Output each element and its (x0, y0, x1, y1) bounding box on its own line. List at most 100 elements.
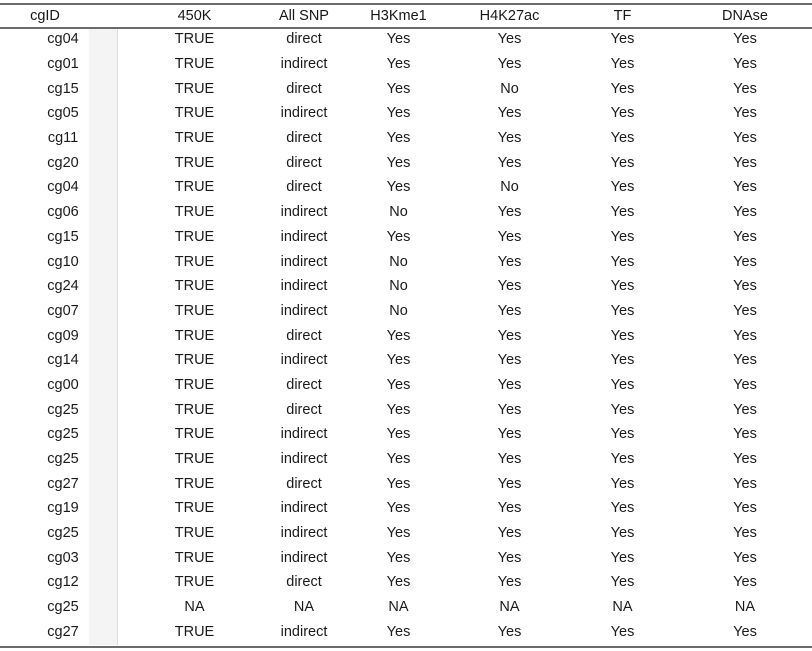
table-row[interactable]: cg15 TRUE direct Yes No Yes Yes (0, 76, 812, 101)
cell-tf: Yes (610, 179, 635, 196)
cell-dnase: Yes (733, 327, 757, 344)
cell-allsnp: indirect (280, 228, 328, 245)
cell-tf: Yes (610, 31, 635, 48)
cell-dnase: Yes (733, 302, 757, 319)
table-row[interactable]: cg07 TRUE indirect No Yes Yes Yes (0, 299, 812, 324)
table-row[interactable]: cg12 TRUE direct Yes Yes Yes Yes (0, 570, 812, 595)
table-row[interactable]: cg00 TRUE direct Yes Yes Yes Yes (0, 373, 812, 398)
column-header-allsnp[interactable]: All SNP (263, 5, 345, 27)
table-row[interactable]: cg04 TRUE direct Yes Yes Yes Yes (0, 27, 812, 52)
cell-allsnp: direct (286, 179, 322, 196)
column-header-tf[interactable]: TF (567, 5, 678, 27)
column-header-cgid[interactable]: cgID (0, 5, 126, 27)
cell-h3kme1: Yes (386, 475, 411, 492)
cell-tf: Yes (610, 623, 635, 640)
table-row[interactable]: cg19 TRUE indirect Yes Yes Yes Yes (0, 496, 812, 521)
table-row[interactable]: cg14 TRUE indirect Yes Yes Yes Yes (0, 348, 812, 373)
cell-dnase: Yes (733, 549, 757, 566)
cell-h4k27ac: Yes (497, 154, 522, 171)
cell-h4k27ac: Yes (497, 549, 522, 566)
cell-tf: Yes (610, 500, 635, 517)
cell-allsnp: direct (286, 574, 322, 591)
cell-tf: Yes (610, 204, 635, 221)
cell-k450: TRUE (174, 204, 215, 221)
table-row[interactable]: cg24 TRUE indirect No Yes Yes Yes (0, 274, 812, 299)
cell-dnase: Yes (733, 352, 757, 369)
cell-allsnp: indirect (280, 623, 328, 640)
cell-k450: TRUE (174, 401, 215, 418)
cell-k450: TRUE (174, 426, 215, 443)
cell-dnase: Yes (733, 376, 757, 393)
cell-h3kme1: Yes (386, 549, 411, 566)
cell-tf: Yes (610, 154, 635, 171)
cell-h4k27ac: Yes (497, 204, 522, 221)
cell-dnase: Yes (733, 80, 757, 97)
table-row[interactable]: cg11 TRUE direct Yes Yes Yes Yes (0, 126, 812, 151)
cell-h3kme1: Yes (386, 525, 411, 542)
cell-cgid: cg25 (47, 451, 79, 468)
cell-h4k27ac: Yes (497, 56, 522, 73)
cell-k450: TRUE (174, 549, 215, 566)
cell-h4k27ac: No (500, 80, 519, 97)
cell-h4k27ac: Yes (497, 376, 522, 393)
table-row[interactable]: cg04 TRUE direct Yes No Yes Yes (0, 175, 812, 200)
cell-cgid: cg27 (47, 623, 79, 640)
table-row[interactable]: cg03 TRUE indirect Yes Yes Yes Yes (0, 545, 812, 570)
cell-cgid: cg25 (47, 401, 79, 418)
table-row[interactable]: cg06 TRUE indirect No Yes Yes Yes (0, 200, 812, 225)
cell-h3kme1: Yes (386, 376, 411, 393)
cell-cgid: cg20 (47, 154, 79, 171)
column-header-k450[interactable]: 450K (126, 5, 263, 27)
table-row[interactable]: cg25 TRUE indirect Yes Yes Yes Yes (0, 422, 812, 447)
table-row[interactable]: cg25 TRUE indirect Yes Yes Yes Yes (0, 521, 812, 546)
table-row[interactable]: cg25 TRUE direct Yes Yes Yes Yes (0, 397, 812, 422)
table-row[interactable]: cg27 TRUE indirect Yes Yes Yes Yes (0, 620, 812, 645)
table-row[interactable]: cg10 TRUE indirect No Yes Yes Yes (0, 249, 812, 274)
cell-tf: Yes (610, 302, 635, 319)
cell-h4k27ac: Yes (497, 31, 522, 48)
table-row[interactable]: cg27 TRUE direct Yes Yes Yes Yes (0, 471, 812, 496)
cell-allsnp: indirect (280, 56, 328, 73)
column-header-dnase[interactable]: DNAse (678, 5, 812, 27)
cell-k450: TRUE (174, 525, 215, 542)
table-row[interactable]: cg25 TRUE indirect Yes Yes Yes Yes (0, 447, 812, 472)
cell-cgid: cg25 (47, 426, 79, 443)
table-row[interactable]: cg20 TRUE direct Yes Yes Yes Yes (0, 150, 812, 175)
cell-tf: Yes (610, 80, 635, 97)
cell-k450: TRUE (174, 623, 215, 640)
cell-allsnp: direct (286, 154, 322, 171)
cell-tf: Yes (610, 228, 635, 245)
cell-h4k27ac: Yes (497, 500, 522, 517)
cell-k450: TRUE (174, 352, 215, 369)
cell-h3kme1: No (389, 253, 408, 270)
column-header-h4k27ac[interactable]: H4K27ac (452, 5, 567, 27)
cell-allsnp: NA (293, 599, 315, 616)
cell-h3kme1: Yes (386, 105, 411, 122)
cell-allsnp: indirect (280, 549, 328, 566)
cell-k450: NA (184, 599, 205, 616)
cell-cgid: cg10 (47, 253, 79, 270)
cell-dnase: Yes (733, 179, 757, 196)
cell-k450: TRUE (174, 130, 215, 147)
cell-h4k27ac: Yes (497, 130, 522, 147)
cell-cgid: cg00 (47, 376, 79, 393)
table-row[interactable]: cg01 TRUE indirect Yes Yes Yes Yes (0, 52, 812, 77)
cell-h4k27ac: Yes (497, 105, 522, 122)
table-row[interactable]: cg15 TRUE indirect Yes Yes Yes Yes (0, 225, 812, 250)
cell-cgid: cg25 (47, 525, 79, 542)
cell-h3kme1: Yes (386, 327, 411, 344)
cell-allsnp: direct (286, 376, 322, 393)
cell-dnase: Yes (733, 401, 757, 418)
cell-k450: TRUE (174, 574, 215, 591)
cell-h4k27ac: Yes (497, 327, 522, 344)
cell-cgid: cg06 (47, 204, 79, 221)
cell-allsnp: indirect (280, 278, 328, 295)
table-row[interactable]: cg09 TRUE direct Yes Yes Yes Yes (0, 323, 812, 348)
column-header-h3kme1[interactable]: H3Kme1 (345, 5, 452, 27)
cell-h3kme1: Yes (386, 80, 411, 97)
cell-h4k27ac: Yes (497, 426, 522, 443)
table-row[interactable]: cg05 TRUE indirect Yes Yes Yes Yes (0, 101, 812, 126)
table-row[interactable]: cg25 NA NA NA NA NA NA (0, 595, 812, 620)
cell-tf: Yes (610, 56, 635, 73)
cell-h4k27ac: Yes (497, 525, 522, 542)
